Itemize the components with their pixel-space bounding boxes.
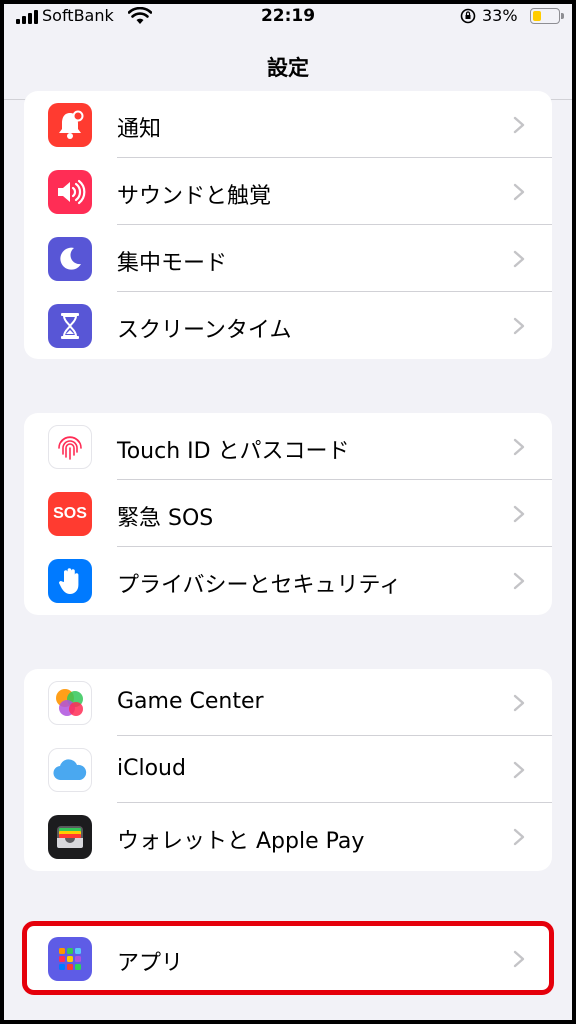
- row-label: サウンドと触覚: [117, 184, 272, 209]
- chevron-right-icon: [513, 438, 525, 456]
- row-label: Game Center: [117, 689, 264, 714]
- battery-icon: [530, 8, 560, 24]
- row-label: Touch ID とパスコード: [117, 439, 350, 464]
- row-notifications[interactable]: 通知: [24, 91, 552, 158]
- row-label: スクリーンタイム: [117, 318, 292, 343]
- wallet-icon: [48, 815, 92, 859]
- battery-tip: [561, 13, 564, 19]
- row-icloud[interactable]: iCloud: [24, 736, 552, 803]
- row-wallet-apple-pay[interactable]: ウォレットと Apple Pay: [24, 803, 552, 870]
- icloud-icon: [48, 748, 92, 792]
- chevron-right-icon: [513, 828, 525, 846]
- settings-group-1: 通知 サウンドと触覚 集中モード スクリーンタイム: [24, 91, 552, 359]
- hourglass-icon: [48, 304, 92, 348]
- battery-percentage: 33%: [482, 6, 518, 25]
- chevron-right-icon: [513, 761, 525, 779]
- row-label: 通知: [117, 117, 162, 142]
- chevron-right-icon: [513, 250, 525, 268]
- sos-icon: SOS: [48, 492, 92, 536]
- fingerprint-icon: [48, 425, 92, 469]
- game-center-icon: [48, 681, 92, 725]
- chevron-right-icon: [513, 116, 525, 134]
- row-label: iCloud: [117, 756, 186, 781]
- hand-icon: [48, 559, 92, 603]
- row-emergency-sos[interactable]: SOS 緊急 SOS: [24, 480, 552, 547]
- moon-icon: [48, 237, 92, 281]
- row-label: アプリ: [117, 951, 184, 976]
- chevron-right-icon: [513, 572, 525, 590]
- status-bar: SoftBank 22:19 33%: [4, 4, 572, 30]
- chevron-right-icon: [513, 694, 525, 712]
- row-focus[interactable]: 集中モード: [24, 225, 552, 292]
- notifications-icon: [48, 103, 92, 147]
- rotation-lock-icon: [460, 8, 476, 24]
- row-sounds-haptics[interactable]: サウンドと触覚: [24, 158, 552, 225]
- settings-group-3: Game Center iCloud ウォレットと Apple Pay: [24, 669, 552, 871]
- row-touch-id-passcode[interactable]: Touch ID とパスコード: [24, 413, 552, 480]
- chevron-right-icon: [513, 950, 525, 968]
- row-label: 集中モード: [117, 251, 228, 276]
- sos-icon-text: SOS: [53, 505, 87, 522]
- settings-group-2: Touch ID とパスコード SOS 緊急 SOS プライバシーとセキュリティ: [24, 413, 552, 615]
- row-privacy-security[interactable]: プライバシーとセキュリティ: [24, 547, 552, 614]
- row-game-center[interactable]: Game Center: [24, 669, 552, 736]
- chevron-right-icon: [513, 505, 525, 523]
- settings-screen: SoftBank 22:19 33% 設定 通知 サウンドと触覚 集中モード ス…: [4, 4, 572, 1020]
- chevron-right-icon: [513, 183, 525, 201]
- page-title: 設定: [267, 56, 309, 80]
- row-apps[interactable]: アプリ: [24, 925, 552, 991]
- row-label: ウォレットと Apple Pay: [117, 829, 365, 854]
- chevron-right-icon: [513, 317, 525, 335]
- row-label: プライバシーとセキュリティ: [117, 573, 402, 598]
- sound-icon: [48, 170, 92, 214]
- navigation-bar: 設定: [4, 30, 572, 100]
- settings-group-4: アプリ: [24, 925, 552, 991]
- row-label: 緊急 SOS: [117, 506, 214, 531]
- row-screen-time[interactable]: スクリーンタイム: [24, 292, 552, 359]
- apps-icon: [48, 937, 92, 981]
